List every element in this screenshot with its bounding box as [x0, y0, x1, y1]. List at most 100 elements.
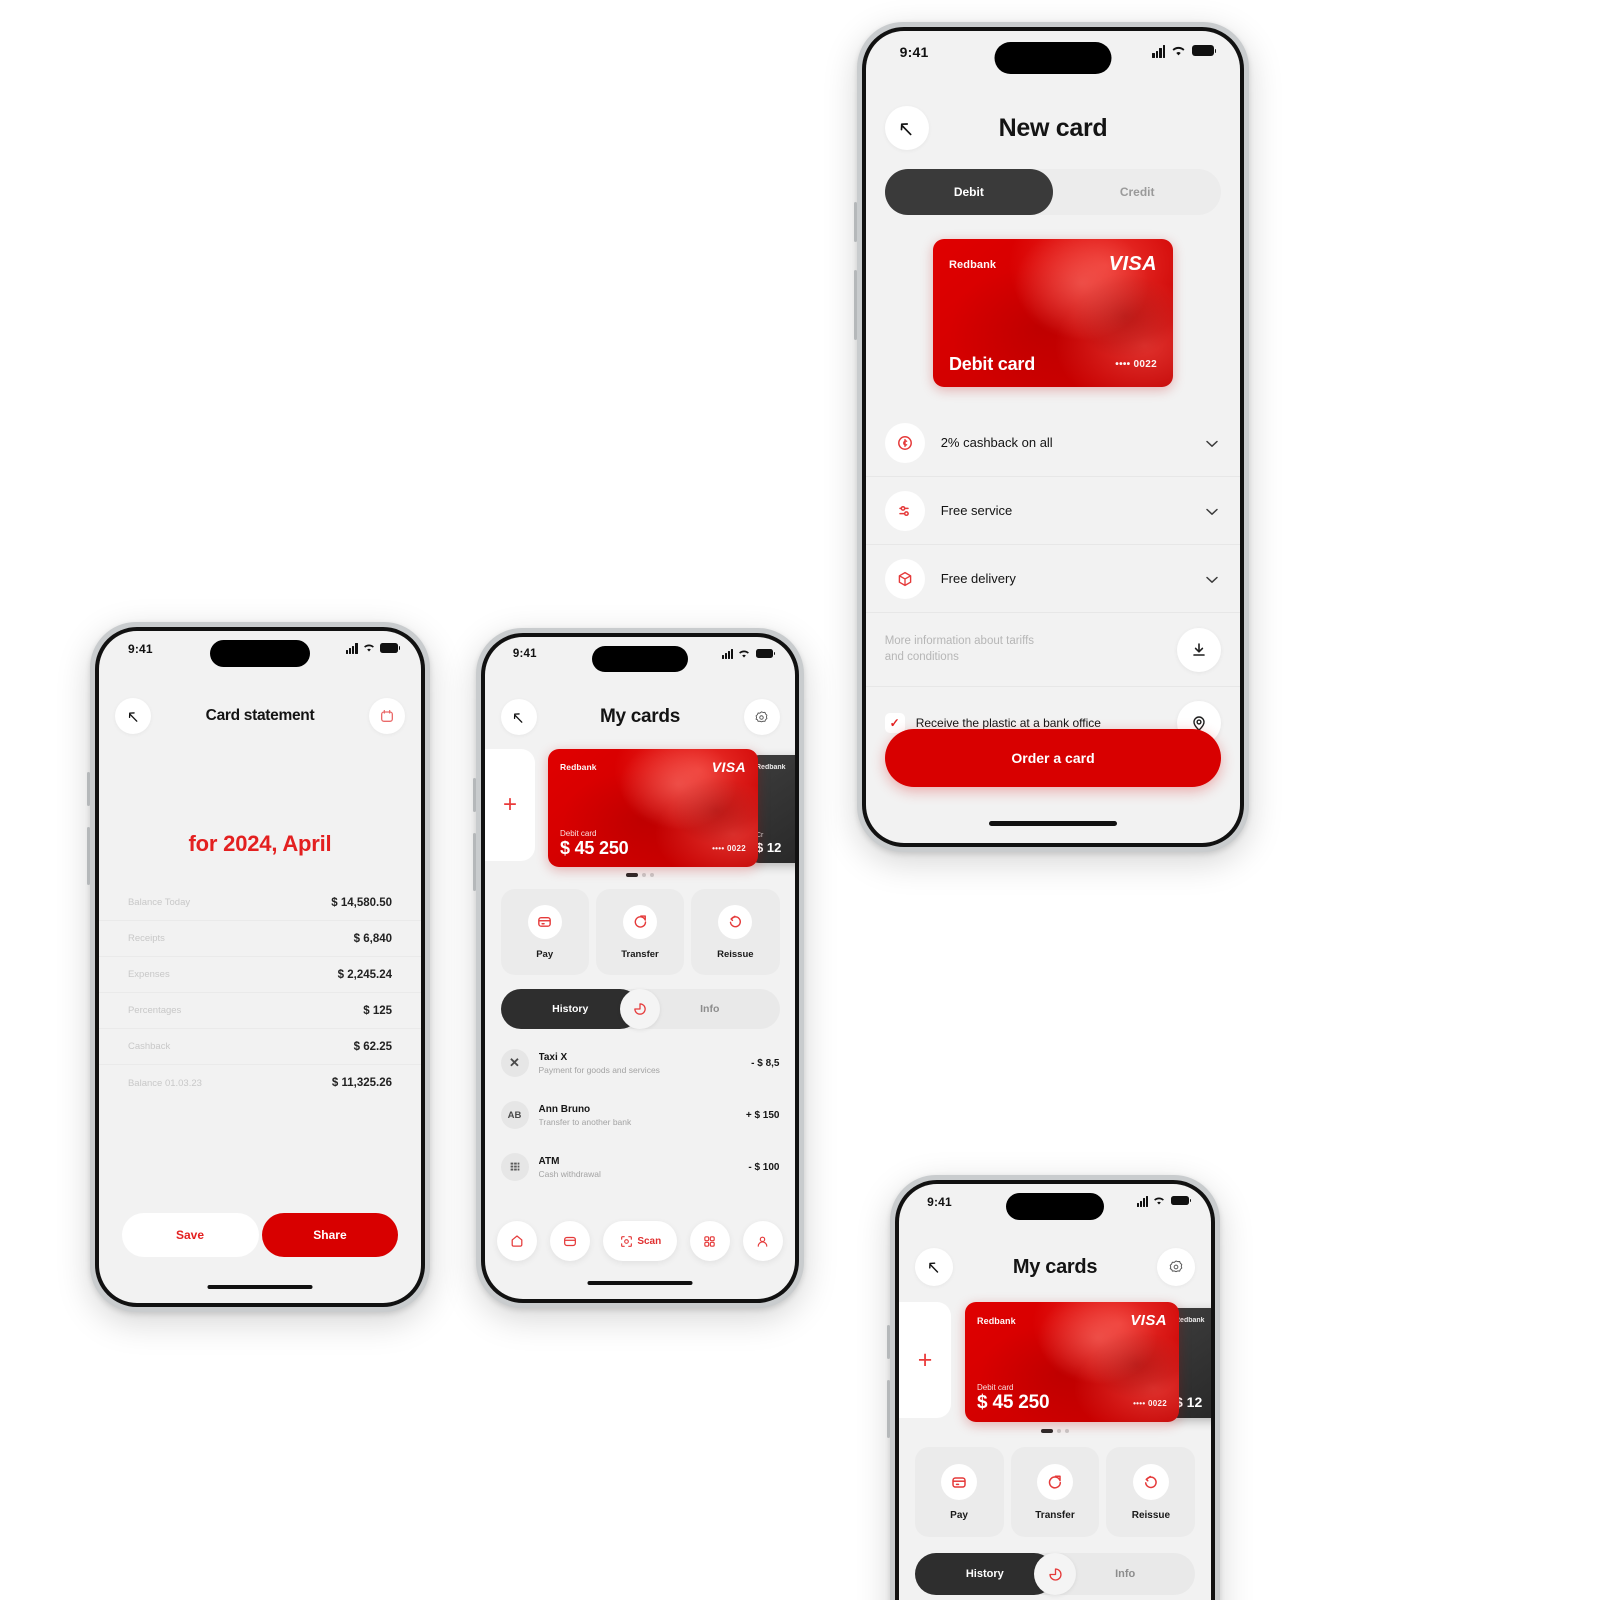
- action-pay[interactable]: Pay: [500, 889, 589, 975]
- dynamic-island: [1006, 1193, 1104, 1220]
- page-title: New card: [998, 113, 1108, 142]
- history-info-tabs: History Info: [914, 1553, 1196, 1595]
- profile-icon: [757, 1236, 768, 1247]
- feature-free-delivery[interactable]: Free delivery: [866, 545, 1240, 613]
- pager-dot[interactable]: [642, 873, 646, 877]
- settings-button[interactable]: [1157, 1248, 1196, 1286]
- tab-scan-label: Scan: [637, 1235, 662, 1247]
- save-button[interactable]: Save: [121, 1213, 259, 1257]
- battery-icon: [379, 643, 400, 653]
- action-reissue[interactable]: Reissue: [691, 889, 780, 975]
- pager-dot-active[interactable]: [626, 873, 638, 877]
- quick-actions: Pay Transfer Reissue: [485, 889, 795, 975]
- status-time: 9:41: [927, 1194, 952, 1209]
- statement-row-label: Receipts: [127, 933, 165, 944]
- transaction-row[interactable]: ATM Cash withdrawal - $ 100: [485, 1141, 795, 1193]
- tab-info[interactable]: Info: [640, 989, 780, 1029]
- back-button[interactable]: [500, 699, 537, 735]
- calendar-icon: [380, 710, 393, 722]
- add-card-button[interactable]: +: [899, 1302, 951, 1418]
- bottom-tab-bar: Scan: [485, 1221, 795, 1261]
- action-reissue[interactable]: Reissue: [1106, 1447, 1196, 1537]
- share-button[interactable]: Share: [261, 1213, 399, 1257]
- feature-free-service[interactable]: Free service: [866, 477, 1240, 545]
- phone-new-card: 9:41 New card Debit Credit Redbank VISA …: [854, 22, 1249, 852]
- action-transfer[interactable]: Transfer: [595, 889, 685, 975]
- action-transfer[interactable]: Transfer: [1010, 1447, 1100, 1537]
- battery-icon: [1192, 45, 1216, 57]
- receive-plastic-checkbox[interactable]: ✓: [884, 713, 905, 733]
- transaction-row[interactable]: AB Ann Bruno Transfer to another bank + …: [485, 1089, 795, 1141]
- carousel-pager[interactable]: [485, 873, 795, 877]
- statement-row-label: Balance Today: [127, 897, 191, 908]
- back-button[interactable]: [914, 1248, 953, 1286]
- pager-dot-active[interactable]: [1041, 1429, 1053, 1433]
- transaction-row[interactable]: ✕ Taxi X Payment for goods and services …: [485, 1037, 795, 1089]
- transfer-arrow-icon: [634, 915, 646, 928]
- settings-button[interactable]: [743, 699, 780, 735]
- card-carousel[interactable]: + Redbank Cr $ 12 Redbank VISA Debit car…: [485, 749, 795, 869]
- phone-my-cards: 9:41 My cards + Redbank Cr $ 12 Redbank …: [473, 628, 804, 1308]
- pager-dot[interactable]: [650, 873, 654, 877]
- add-card-button[interactable]: +: [485, 749, 535, 861]
- tab-apps[interactable]: [689, 1221, 730, 1261]
- check-icon: [1206, 576, 1219, 583]
- active-card[interactable]: Redbank VISA Debit card $ 45 250 •••• 00…: [548, 749, 758, 867]
- check-icon: [1206, 508, 1219, 515]
- back-button[interactable]: [115, 698, 152, 734]
- wifi-icon: [739, 650, 750, 658]
- carousel-pager[interactable]: [899, 1429, 1211, 1433]
- statement-row-value: $ 62.25: [353, 1040, 393, 1053]
- statement-rows: Balance Today $ 14,580.50 Receipts $ 6,8…: [99, 885, 421, 1101]
- tariffs-row[interactable]: More information about tariffs and condi…: [866, 613, 1240, 687]
- analytics-button[interactable]: [1034, 1553, 1076, 1595]
- phone-card-statement: 9:41 Card statement for 2024, April Bala…: [87, 622, 430, 1312]
- next-card-amount: $ 12: [1175, 1394, 1203, 1410]
- tab-debit[interactable]: Debit: [884, 169, 1053, 215]
- transfer-icon-wrap: [623, 904, 657, 939]
- back-button[interactable]: [884, 106, 929, 150]
- tab-credit[interactable]: Credit: [1053, 169, 1221, 215]
- download-button[interactable]: [1177, 627, 1222, 672]
- tab-home[interactable]: [497, 1221, 538, 1261]
- receive-plastic-label: Receive the plastic at a bank office: [915, 716, 1101, 730]
- taxi-x-icon: ✕: [500, 1049, 529, 1077]
- dynamic-island: [592, 646, 688, 672]
- feature-cashback[interactable]: 2% cashback on all: [866, 409, 1240, 477]
- card-brand: Redbank: [560, 762, 597, 772]
- home-indicator: [207, 1285, 313, 1289]
- wifi-icon: [1154, 1197, 1165, 1205]
- calendar-button[interactable]: [368, 698, 405, 734]
- transaction-subtitle: Transfer to another bank: [538, 1116, 632, 1127]
- tab-profile[interactable]: [742, 1221, 783, 1261]
- box-delivery-icon: [898, 571, 911, 586]
- statement-row: Expenses $ 2,245.24: [99, 957, 421, 993]
- canvas: 9:41 Card statement for 2024, April Bala…: [0, 0, 1600, 1600]
- pager-dot[interactable]: [1065, 1429, 1069, 1433]
- pager-dot[interactable]: [1057, 1429, 1061, 1433]
- order-card-button[interactable]: Order a card: [884, 729, 1222, 787]
- statement-row-label: Cashback: [127, 1041, 171, 1052]
- active-card[interactable]: Redbank VISA Debit card $ 45 250 •••• 00…: [965, 1302, 1179, 1422]
- tab-scan[interactable]: Scan: [602, 1221, 677, 1261]
- status-bar: 9:41: [866, 31, 1240, 97]
- reissue-icon-wrap: [1132, 1463, 1169, 1500]
- plus-icon: +: [917, 1345, 933, 1374]
- avatar: AB: [500, 1101, 529, 1129]
- wifi-icon: [1172, 47, 1185, 56]
- statement-navbar: Card statement: [99, 689, 421, 743]
- tab-info[interactable]: Info: [1055, 1553, 1195, 1595]
- action-pay[interactable]: Pay: [914, 1447, 1004, 1537]
- transaction-amount: - $ 8,5: [751, 1057, 780, 1069]
- card-type-label: Debit card: [949, 354, 1036, 374]
- status-bar: 9:41: [99, 631, 421, 689]
- transaction-title: Ann Bruno: [538, 1103, 591, 1115]
- page-title: My cards: [1012, 1255, 1098, 1278]
- statement-row-value: $ 2,245.24: [337, 968, 393, 981]
- page-title: My cards: [600, 706, 680, 727]
- transfer-arrow-icon: [1048, 1474, 1062, 1489]
- analytics-button[interactable]: [620, 989, 660, 1029]
- tab-cards[interactable]: [550, 1221, 591, 1261]
- card-carousel[interactable]: + Redbank $ 12 Redbank VISA Debit card $…: [899, 1302, 1211, 1424]
